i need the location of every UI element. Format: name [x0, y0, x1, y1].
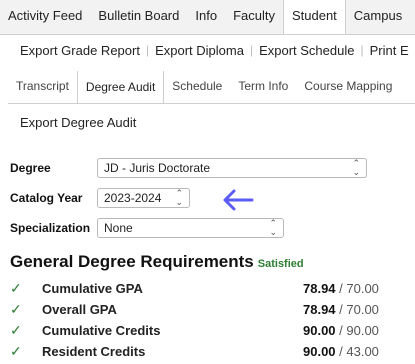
specialization-label: Specialization [10, 221, 91, 235]
catalog-year-label: Catalog Year [10, 191, 83, 205]
specialization-select-value: None [104, 221, 133, 235]
tab-course-mapping[interactable]: Course Mapping [296, 71, 400, 103]
requirement-row: ✓ Overall GPA 78.94 / 70.00 [10, 299, 415, 319]
tab-info[interactable]: Info [187, 0, 225, 34]
tab-student[interactable]: Student [282, 0, 346, 34]
tab-faculty[interactable]: Faculty [225, 0, 283, 34]
requirement-required: / 70.00 [335, 301, 379, 317]
updown-caret-icon: ⌃ ⌄ [175, 188, 183, 207]
check-icon: ✓ [10, 300, 22, 317]
requirement-value: 78.94 / 70.00 [303, 302, 379, 317]
requirement-row: ✓ Resident Credits 90.00 / 43.00 [10, 341, 415, 361]
requirement-name: Cumulative Credits [42, 322, 161, 338]
specialization-row: Specialization None ⌃ ⌄ [10, 217, 284, 239]
requirement-achieved: 90.00 [303, 322, 336, 338]
print-link[interactable]: Print E [370, 43, 409, 58]
tab-transcript[interactable]: Transcript [8, 71, 77, 103]
requirement-required: / 70.00 [335, 280, 379, 296]
requirement-name: Resident Credits [42, 343, 146, 359]
requirement-value: 90.00 / 90.00 [303, 323, 379, 338]
requirements-title: General Degree Requirements [10, 252, 254, 271]
requirement-name: Cumulative GPA [42, 280, 143, 296]
requirement-value: 78.94 / 70.00 [303, 281, 379, 296]
requirement-required: / 90.00 [335, 322, 379, 338]
check-icon: ✓ [10, 279, 22, 296]
top-tab-bar: Activity Feed Bulletin Board Info Facult… [0, 0, 415, 35]
degree-select[interactable]: JD - Juris Doctorate ⌃ ⌄ [97, 158, 367, 178]
degree-select-value: JD - Juris Doctorate [104, 161, 211, 175]
arrow-left-icon [223, 189, 254, 211]
requirement-name: Overall GPA [42, 301, 117, 317]
requirement-achieved: 90.00 [303, 343, 336, 359]
tab-degree-audit[interactable]: Degree Audit [76, 71, 165, 103]
catalog-year-select-value: 2023-2024 [104, 191, 162, 205]
requirement-required: / 43.00 [335, 343, 379, 359]
catalog-year-row: Catalog Year 2023-2024 ⌃ ⌄ [10, 187, 190, 209]
export-links-bar: Export Grade Report | Export Diploma | E… [0, 35, 415, 65]
requirement-achieved: 78.94 [303, 280, 336, 296]
catalog-year-select[interactable]: 2023-2024 ⌃ ⌄ [97, 188, 190, 208]
tab-activity-feed[interactable]: Activity Feed [0, 0, 90, 34]
student-sub-tab-bar: Transcript Degree Audit Schedule Term In… [8, 71, 415, 104]
export-schedule-link[interactable]: Export Schedule [259, 43, 354, 58]
check-icon: ✓ [10, 342, 22, 359]
link-separator: | [360, 43, 364, 57]
updown-caret-icon: ⌃ ⌄ [352, 158, 360, 177]
specialization-select[interactable]: None ⌃ ⌄ [97, 218, 284, 238]
export-diploma-link[interactable]: Export Diploma [155, 43, 244, 58]
requirement-row: ✓ Cumulative GPA 78.94 / 70.00 [10, 278, 415, 298]
requirement-value: 90.00 / 43.00 [303, 344, 379, 359]
requirement-row: ✓ Cumulative Credits 90.00 / 90.00 [10, 320, 415, 340]
requirements-heading: General Degree Requirements Satisfied [10, 252, 304, 272]
tab-term-info[interactable]: Term Info [230, 71, 296, 103]
degree-label: Degree [10, 161, 51, 175]
export-degree-audit-link[interactable]: Export Degree Audit [20, 115, 136, 130]
tab-schedule[interactable]: Schedule [164, 71, 230, 103]
tab-bulletin-board[interactable]: Bulletin Board [90, 0, 187, 34]
updown-caret-icon: ⌃ ⌄ [269, 218, 277, 237]
export-grade-report-link[interactable]: Export Grade Report [20, 43, 140, 58]
check-icon: ✓ [10, 321, 22, 338]
link-separator: | [145, 43, 150, 57]
link-separator: | [249, 43, 254, 57]
requirement-achieved: 78.94 [303, 301, 336, 317]
degree-row: Degree JD - Juris Doctorate ⌃ ⌄ [10, 157, 367, 179]
status-badge: Satisfied [257, 258, 304, 270]
tab-campus[interactable]: Campus [346, 0, 410, 34]
